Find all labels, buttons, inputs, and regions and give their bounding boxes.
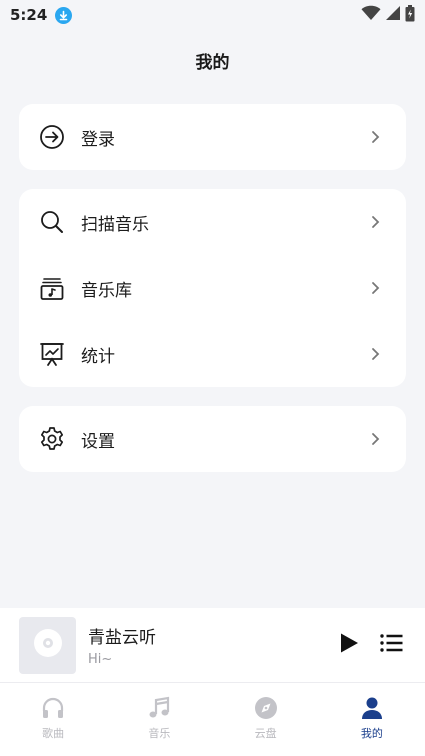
page-title: 我的 <box>195 53 230 73</box>
signal-icon <box>385 5 401 25</box>
disc-icon <box>33 628 63 662</box>
statistics-row[interactable]: 统计 <box>19 321 406 387</box>
music-note-icon <box>146 695 172 721</box>
person-icon <box>359 695 385 721</box>
scan-music-row[interactable]: 扫描音乐 <box>19 189 406 255</box>
scan-music-label: 扫描音乐 <box>81 214 149 235</box>
download-icon <box>55 6 73 24</box>
chevron-right-icon <box>370 130 382 144</box>
login-icon <box>39 124 65 150</box>
login-row[interactable]: 登录 <box>19 104 406 170</box>
play-icon[interactable] <box>338 632 360 658</box>
player-subtitle: Hi~ <box>88 652 113 667</box>
headphones-icon <box>40 695 66 721</box>
playlist-icon[interactable] <box>380 633 404 657</box>
settings-row[interactable]: 设置 <box>19 406 406 472</box>
search-icon <box>39 209 65 235</box>
nav-label-mine: 我的 <box>360 727 383 740</box>
nav-item-music[interactable]: 音乐 <box>106 683 212 756</box>
settings-card: 设置 <box>19 406 406 472</box>
chevron-right-icon <box>370 281 382 295</box>
wifi-icon <box>361 5 381 25</box>
nav-item-mine[interactable]: 我的 <box>319 683 425 756</box>
chevron-right-icon <box>370 215 382 229</box>
login-label: 登录 <box>81 129 115 150</box>
mini-player[interactable]: 青盐云听 Hi~ <box>0 608 425 682</box>
nav-label-music: 音乐 <box>148 727 171 740</box>
status-time: 5:24 <box>10 6 48 24</box>
nav-item-songs[interactable]: 歌曲 <box>0 683 106 756</box>
account-card: 登录 <box>19 104 406 170</box>
gear-icon <box>39 426 65 452</box>
library-card: 扫描音乐 音乐库 统计 <box>19 189 406 387</box>
chevron-right-icon <box>370 347 382 361</box>
nav-label-cloud: 云盘 <box>254 727 277 740</box>
battery-icon <box>405 4 415 26</box>
nav-item-cloud[interactable]: 云盘 <box>213 683 319 756</box>
nav-label-songs: 歌曲 <box>42 727 65 740</box>
settings-label: 设置 <box>81 431 115 452</box>
music-library-label: 音乐库 <box>81 280 132 301</box>
status-bar: 5:24 <box>0 0 425 30</box>
player-title: 青盐云听 <box>88 628 156 648</box>
bottom-nav: 歌曲 音乐 云盘 我的 <box>0 682 425 756</box>
music-library-icon <box>39 275 65 301</box>
music-library-row[interactable]: 音乐库 <box>19 255 406 321</box>
statistics-icon <box>39 341 65 367</box>
compass-icon <box>253 695 279 721</box>
chevron-right-icon <box>370 432 382 446</box>
album-cover <box>19 616 76 674</box>
statistics-label: 统计 <box>81 346 115 367</box>
